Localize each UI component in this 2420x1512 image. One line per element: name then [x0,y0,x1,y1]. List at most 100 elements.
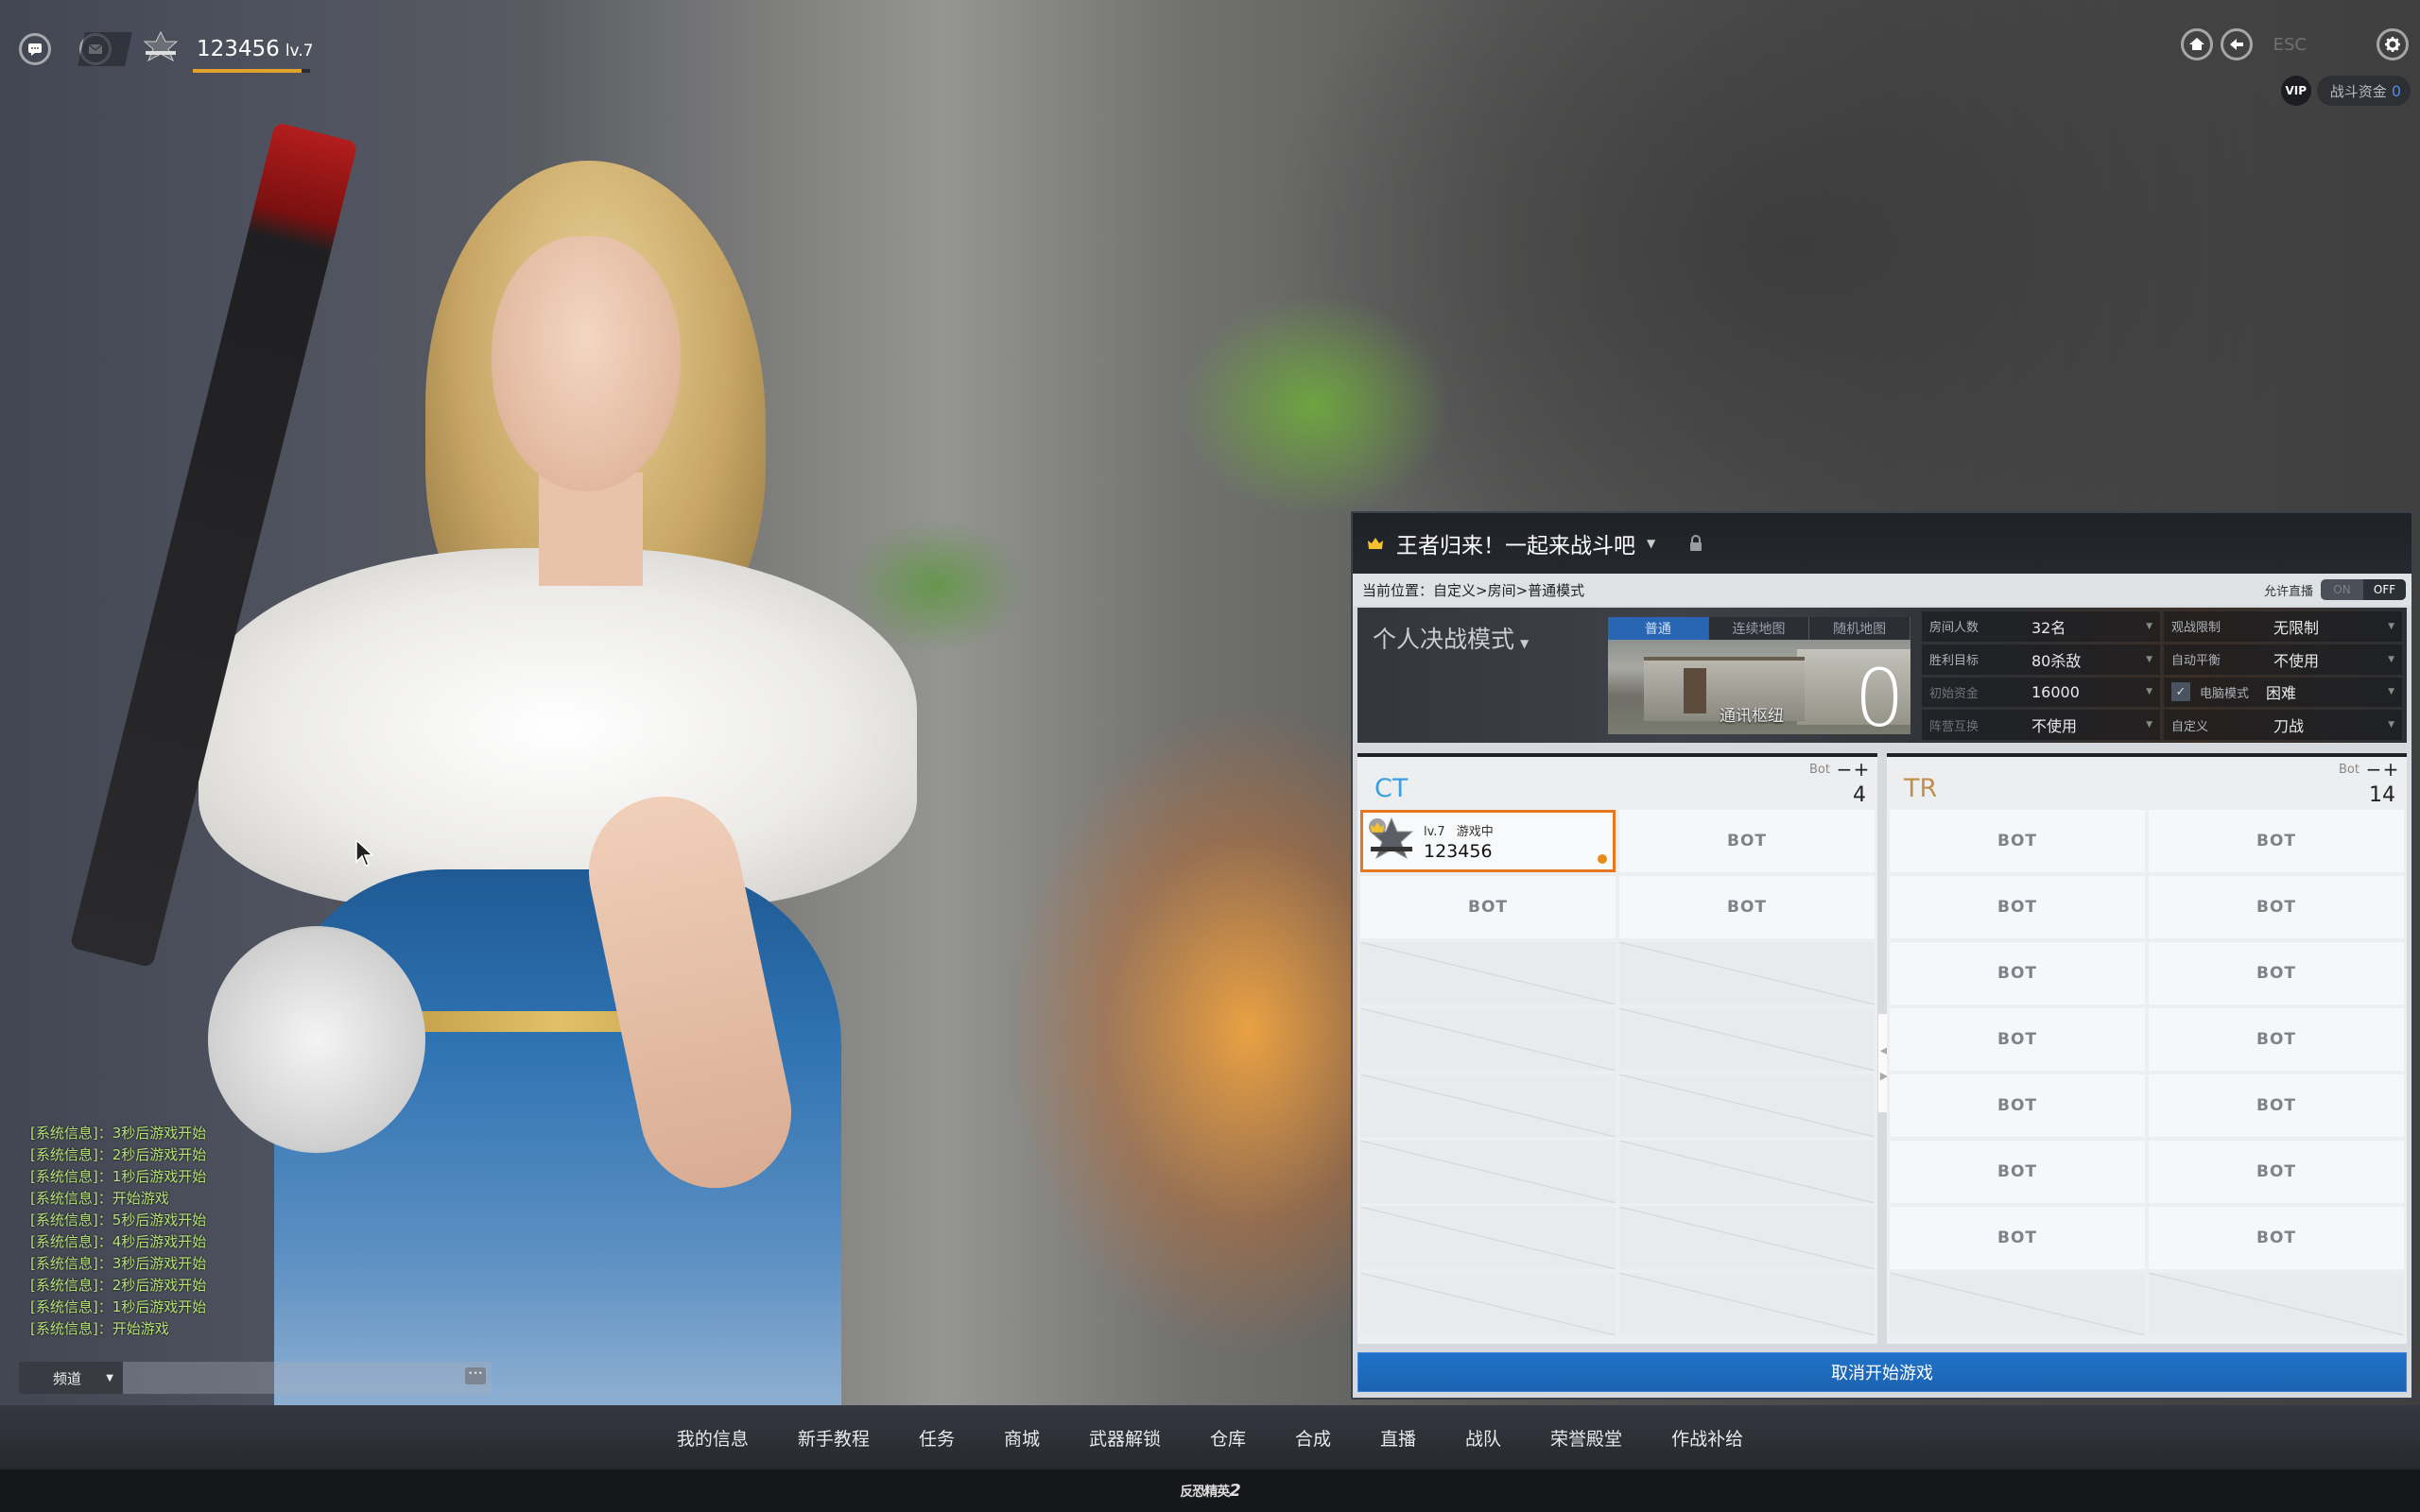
map-preview[interactable]: 通讯枢纽 0 [1608,640,1910,734]
bot-slot[interactable]: BOT [1890,1008,2145,1071]
nav-item[interactable]: 合成 [1270,1425,1356,1451]
bot-slot[interactable]: BOT [1890,942,2145,1005]
xp-bar-fill [193,69,302,73]
bot-slot[interactable]: BOT [2149,942,2404,1005]
bot-slot[interactable]: BOT [2149,1207,2404,1269]
bot-slot[interactable]: BOT [1890,1141,2145,1203]
option-label: 观战限制 [2171,621,2221,636]
cancel-start-button[interactable]: 取消开始游戏 [1357,1352,2407,1392]
bot-slot[interactable]: BOT [2149,1074,2404,1137]
host-crown-icon [1369,818,1386,835]
nav-item[interactable]: 仓库 [1185,1425,1270,1451]
map-tab[interactable]: 连续地图 [1708,617,1810,640]
home-button[interactable] [2180,28,2213,60]
character-neck [539,472,643,586]
nav-item[interactable]: 商城 [979,1425,1064,1451]
tr-bot-plus-button[interactable]: + [2382,760,2399,779]
crown-icon [1368,538,1383,549]
room-name[interactable]: 王者归来！一起来战斗吧 [1396,527,1635,559]
room-option[interactable]: 自定义 刀战 ▼ [2164,710,2402,740]
empty-slot[interactable] [1619,1141,1875,1203]
option-value: 16000 [2031,682,2080,701]
nav-item[interactable]: 我的信息 [652,1425,773,1451]
room-option[interactable]: 初始资金 16000 ▼ [1922,677,2160,708]
room-option[interactable]: 自动平衡 不使用 ▼ [2164,644,2402,675]
option-value: 无限制 [2273,618,2320,637]
bot-slot[interactable]: BOT [1360,876,1616,938]
bot-slot[interactable]: BOT [2149,1141,2404,1203]
settings-button[interactable] [2377,28,2409,60]
player-slot[interactable]: lv.7 游戏中 123456 [1360,810,1616,872]
nav-item[interactable]: 战队 [1441,1425,1526,1451]
empty-slot[interactable] [1360,1008,1616,1071]
player-rank-emblem [1367,816,1416,866]
channel-select[interactable]: 频道 ▼ [19,1362,123,1394]
room-option[interactable]: 胜利目标 80杀敌 ▼ [1922,644,2160,675]
chevron-down-icon: ▼ [2146,621,2152,631]
empty-slot[interactable] [2149,1273,2404,1335]
nav-item[interactable]: 任务 [894,1425,979,1451]
empty-slot[interactable] [1619,1207,1875,1269]
tr-bot-minus-button[interactable]: − [2365,760,2382,779]
bot-slot[interactable]: BOT [1619,810,1875,872]
bot-label: BOT [1467,898,1508,917]
allow-stream-label: 允许直播 [2263,584,2313,599]
channel-label: 频道 [53,1369,82,1387]
empty-slot[interactable] [1619,942,1875,1005]
mouse-cursor-icon [355,839,374,867]
bot-slot[interactable]: BOT [2149,1008,2404,1071]
empty-slot[interactable] [1360,1141,1616,1203]
room-option[interactable]: ✓ 电脑模式 困难 ▼ [2164,677,2402,708]
empty-slot[interactable] [1360,1207,1616,1269]
empty-slot[interactable] [1619,1273,1875,1335]
bot-slot[interactable]: BOT [1890,1207,2145,1269]
room-option[interactable]: 观战限制 无限制 ▼ [2164,611,2402,642]
nav-item[interactable]: 武器解锁 [1064,1425,1185,1451]
chat-input[interactable]: ••• [123,1362,492,1394]
empty-slot[interactable] [1619,1074,1875,1137]
option-label: 电脑模式 [2200,686,2250,701]
empty-slot[interactable] [1360,942,1616,1005]
character-fur-collar [199,548,917,907]
mode-select[interactable]: 个人决战模式 ▼ [1373,621,1529,655]
bot-slot[interactable]: BOT [2149,876,2404,938]
ct-bot-plus-button[interactable]: + [1853,760,1870,779]
empty-slot[interactable] [1360,1273,1616,1335]
chat-message: [系统信息]：1秒后游戏开始 [30,1168,207,1185]
allow-stream-toggle[interactable]: ON OFF [2321,579,2406,600]
back-button[interactable] [2220,28,2253,60]
toggle-on[interactable]: ON [2321,579,2363,600]
bot-slot[interactable]: BOT [1890,876,2145,938]
user-name-block[interactable]: 123456 lv.7 [193,37,314,73]
empty-slot[interactable] [1360,1074,1616,1137]
map-tab[interactable]: 普通 [1608,617,1709,640]
nav-item[interactable]: 直播 [1356,1425,1441,1451]
room-option[interactable]: 阵营互换 不使用 ▼ [1922,710,2160,740]
option-value: 32名 [2031,618,2066,637]
option-value: 困难 [2266,684,2297,703]
chat-message: [系统信息]：开始游戏 [30,1320,169,1337]
toggle-off[interactable]: OFF [2363,579,2406,600]
bot-label: BOT [2256,1030,2296,1049]
map-tab[interactable]: 随机地图 [1809,617,1911,640]
gear-icon [2385,37,2400,52]
nav-item[interactable]: 新手教程 [773,1425,894,1451]
team-ct-header: CT Bot − + 4 [1357,757,1877,810]
ct-bot-minus-button[interactable]: − [1836,760,1853,779]
empty-slot[interactable] [1619,1008,1875,1071]
bot-slot[interactable]: BOT [1890,1074,2145,1137]
bot-slot[interactable]: BOT [1619,876,1875,938]
nav-item[interactable]: 荣誉殿堂 [1526,1425,1647,1451]
room-option[interactable]: 房间人数 32名 ▼ [1922,611,2160,642]
bot-slot[interactable]: BOT [2149,810,2404,872]
breadcrumb-row: 当前位置：自定义>房间>普通模式 允许直播 ON OFF [1353,574,2411,606]
empty-slot[interactable] [1890,1273,2145,1335]
chat-button[interactable] [19,33,51,65]
room-name-dropdown-icon[interactable]: ▼ [1647,537,1655,550]
chat-send-icon[interactable]: ••• [465,1367,486,1384]
nav-item[interactable]: 作战补给 [1647,1425,1768,1451]
vip-badge[interactable]: VIP [2280,76,2311,106]
lock-icon[interactable] [1689,535,1703,552]
bot-slot[interactable]: BOT [1890,810,2145,872]
checkbox[interactable]: ✓ [2171,682,2190,702]
